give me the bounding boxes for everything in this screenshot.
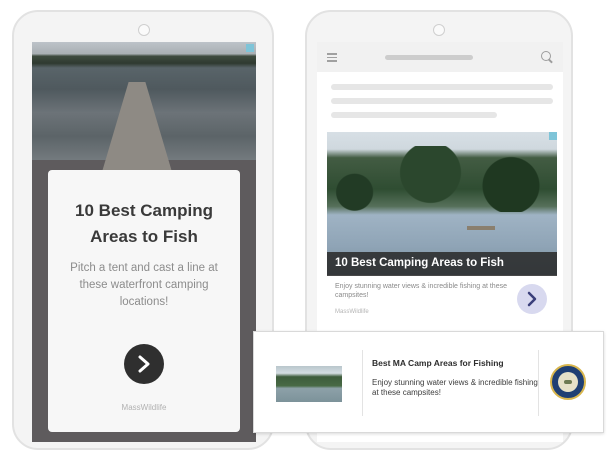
banner-description: Enjoy stunning water views & incredible …	[372, 378, 538, 397]
chevron-right-icon	[527, 291, 537, 307]
next-button[interactable]	[517, 284, 547, 314]
seal-emblem	[564, 380, 572, 384]
placeholder-text-line	[331, 84, 553, 90]
chevron-right-icon	[138, 355, 150, 373]
divider	[538, 350, 539, 416]
phone-mockup-left: 10 Best Camping Areas to Fish Pitch a te…	[12, 10, 274, 450]
ad-choices-icon[interactable]	[549, 132, 557, 140]
native-ad-right[interactable]: 10 Best Camping Areas to Fish Enjoy stun…	[327, 132, 557, 332]
tree-line	[327, 146, 557, 212]
ad-brand: MassWildlife	[121, 403, 167, 412]
masswildlife-seal-logo	[550, 364, 586, 400]
ad-card-left[interactable]: 10 Best Camping Areas to Fish Pitch a te…	[48, 170, 240, 432]
phone-camera	[138, 24, 150, 36]
ad-description: Pitch a tent and cast a line at these wa…	[70, 262, 218, 308]
banner-image[interactable]	[276, 366, 342, 402]
ad-description: Enjoy stunning water views & incredible …	[335, 283, 507, 299]
ad-brand: MassWildlife	[335, 309, 369, 315]
seal-center	[558, 372, 578, 392]
browser-toolbar	[317, 42, 563, 72]
ad-choices-icon[interactable]	[246, 44, 254, 52]
hamburger-menu-icon[interactable]	[327, 53, 337, 64]
boat	[467, 226, 495, 230]
search-icon[interactable]	[541, 51, 551, 61]
banner-title[interactable]: Best MA Camp Areas for Fishing	[372, 358, 504, 368]
address-bar[interactable]	[385, 55, 473, 60]
ad-caption[interactable]: 10 Best Camping Areas to Fish	[335, 257, 504, 269]
placeholder-text-line	[331, 98, 553, 104]
dock-shape	[102, 82, 172, 172]
phone-camera	[433, 24, 445, 36]
divider	[362, 350, 363, 416]
ad-image-dock[interactable]	[32, 42, 256, 172]
ad-caption-bar[interactable]: 10 Best Camping Areas to Fish	[327, 252, 557, 276]
phone-screen-left: 10 Best Camping Areas to Fish Pitch a te…	[32, 42, 256, 442]
placeholder-text-line	[331, 112, 497, 118]
banner-ad[interactable]: Best MA Camp Areas for Fishing Enjoy stu…	[253, 331, 604, 433]
ad-title[interactable]: 10 Best Camping Areas to Fish	[48, 198, 240, 250]
next-button[interactable]	[124, 344, 164, 384]
